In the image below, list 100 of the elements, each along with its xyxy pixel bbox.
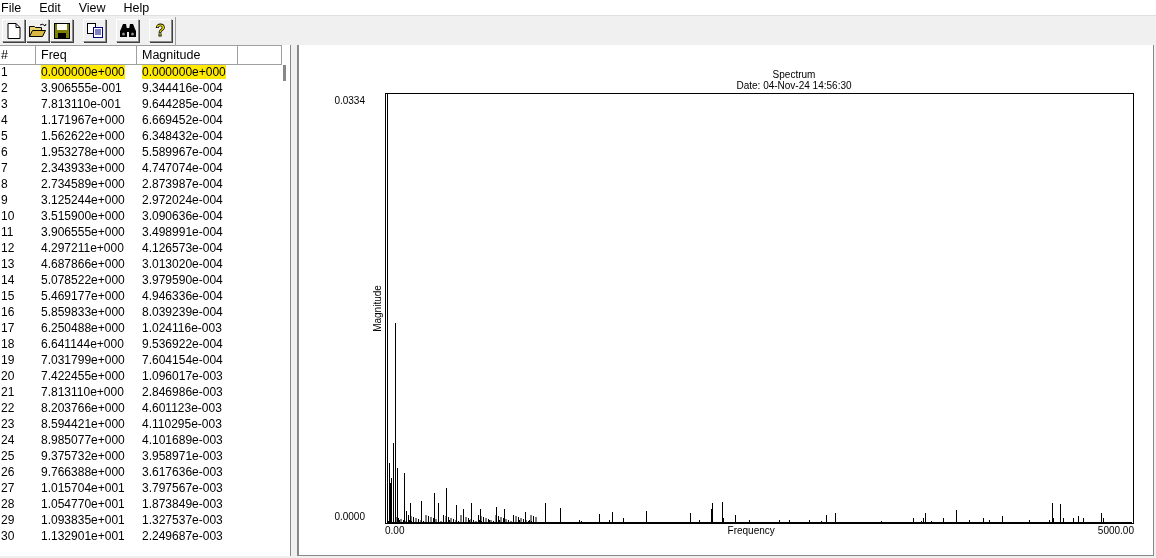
table-cell-text: 3.617636e-003 [141,464,224,480]
table-cell-text: 14 [0,272,16,288]
table-cell-text: 0.000000e+000 [40,64,126,80]
table-cell-text: 6.250488e+000 [40,320,126,336]
table-cell-text: 19 [0,352,16,368]
table-cell-text: 22 [0,400,16,416]
toolbar-button[interactable] [50,19,73,42]
table-cell-text: 8.039239e-004 [141,304,224,320]
table-cell-text: 3.797567e-003 [141,480,224,496]
menu-item[interactable]: File [1,0,28,15]
table-cell-text: 4.297211e+000 [40,240,125,256]
table-cell-text: 6 [0,144,9,160]
table-cell-text: 16 [0,304,16,320]
axis-label: 5000.00 [1097,524,1134,538]
table-cell-text: 25 [0,448,16,464]
table-cell-text: 7 [0,160,9,176]
table-cell-text: 1.327537e-003 [141,512,224,528]
table-cell-text: 26 [0,464,16,480]
table-cell-text: 11 [0,224,15,240]
open-folder-icon [28,23,47,38]
table-cell-text: 3.013020e-004 [141,256,224,272]
table-cell-text: 3.090636e-004 [141,208,224,224]
column-header[interactable]: Freq [36,45,137,65]
table-cell-text: 7.604154e-004 [141,352,224,368]
table-cell-text: 1.015704e+001 [40,480,126,496]
toolbar-button[interactable] [116,19,139,42]
table-cell-text: 4.946336e-004 [141,288,224,304]
table-cell-text: 4.747074e-004 [141,160,224,176]
column-header[interactable]: Magnitude [137,45,238,65]
axis-label: 0.0000 [334,510,365,524]
table-cell-text: 3.906555e-001 [40,80,123,96]
table-cell-text: 0.000000e+000 [141,64,227,80]
table-cell-text: 20 [0,368,16,384]
column-header[interactable]: # [0,45,36,65]
table-cell-text: 12 [0,240,16,256]
table-cell-text: 6.348432e-004 [141,128,224,144]
table-cell-text: 2.846986e-003 [141,384,224,400]
new-document-icon [6,22,21,39]
table-cell-text: 2 [0,80,9,96]
table-cell-text: 17 [0,320,16,336]
table-cell-text: 1.132901e+001 [40,528,126,544]
table-cell-text: 1.873849e-003 [141,496,224,512]
menu-item[interactable]: View [78,0,112,15]
toolbar-button[interactable] [2,19,25,42]
table-cell-text: 2.972024e-004 [141,192,224,208]
table-cell-text: 2.249687e-003 [141,528,224,544]
table-cell-text: 9.766388e+000 [40,464,126,480]
table-cell-text: 27 [0,480,16,496]
binoculars-icon [118,23,137,38]
table-cell-text: 4 [0,112,9,128]
table-cell-text: 7.813110e-001 [40,96,122,112]
table-cell-text: 5.589967e-004 [141,144,224,160]
table-cell-text: 4.101689e-003 [141,432,224,448]
table-cell-text: 6.669452e-004 [141,112,224,128]
toolbar-button[interactable] [83,19,106,42]
table-cell-text: 2.343933e+000 [40,160,126,176]
table-cell-text: 7.422455e+000 [40,368,126,384]
table-cell-text: 7.031799e+000 [40,352,126,368]
table-cell-text: 3.498991e-004 [141,224,224,240]
table-cell-text: 10 [0,208,16,224]
table-cell-text: 9.344416e-004 [141,80,224,96]
table-cell-text: 3.906555e+000 [40,224,126,240]
table-cell-text: 3.125244e+000 [40,192,126,208]
table-cell-text: 9.536922e-004 [141,336,224,352]
chart-title: Spectrum [772,69,816,80]
table-cell-text: 3.958971e-003 [141,448,224,464]
table-cell-text: 9 [0,192,9,208]
table-cell-text: 1.096017e-003 [141,368,224,384]
menu-item[interactable]: Edit [39,0,67,15]
table-cell-text: 2.734589e+000 [40,176,126,192]
table-cell-text: 3.515900e+000 [40,208,126,224]
table-cell-text: 4.126573e-004 [141,240,224,256]
table-cell-text: 4.110295e-003 [141,416,223,432]
axis-label: 0.0334 [334,94,365,108]
table-cell-text: 5.078522e+000 [40,272,126,288]
table-cell-text: 5 [0,128,9,144]
table-cell-text: 28 [0,496,16,512]
table-cell-text: 9.644285e-004 [141,96,224,112]
table-cell-text: 1.562622e+000 [40,128,126,144]
table-cell-text: 8.594421e+000 [40,416,126,432]
table-cell-text: 3 [0,96,9,112]
table-cell-text: 1.953278e+000 [40,144,126,160]
table-cell-text: 21 [0,384,16,400]
table-cell-text: 8 [0,176,9,192]
toolbar-button[interactable] [26,19,49,42]
table-cell-text: 5.859833e+000 [40,304,126,320]
table-cell-text: 13 [0,256,16,272]
menu-item[interactable]: Help [123,0,156,15]
table-cell-text: 30 [0,528,16,544]
table-cell-text: 23 [0,416,16,432]
table-cell-text: 4.687866e+000 [40,256,126,272]
table-cell-text: 2.873987e-004 [141,176,224,192]
table-cell-text: 4.601123e-003 [141,400,223,416]
table-cell-text: 15 [0,288,16,304]
axis-title: Magnitude [370,285,384,332]
chart-subtitle: Date: 04-Nov-24 14:56:30 [735,80,853,91]
table-cell-text: 24 [0,432,16,448]
table-cell-text: 1.171967e+000 [40,112,126,128]
table-cell-text: 18 [0,336,16,352]
table-cell-text: 8.203766e+000 [40,400,126,416]
